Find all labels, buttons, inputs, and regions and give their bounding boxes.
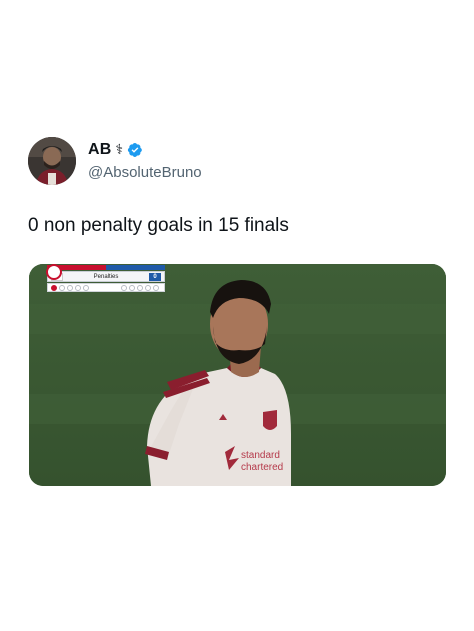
scoreboard-overlay: 0 Penalties 0 — [47, 265, 165, 293]
avatar-photo — [28, 137, 76, 185]
scoreboard-team-colors — [47, 265, 165, 270]
tweet-media[interactable]: standard chartered 0 Penalties 0 — [29, 264, 446, 486]
penalty-dot — [137, 285, 143, 291]
video-frame: standard chartered — [29, 264, 446, 486]
penalty-dot — [121, 285, 127, 291]
penalty-dot — [145, 285, 151, 291]
sponsor-line2: chartered — [241, 462, 283, 473]
author-name[interactable]: AB ⚕ — [88, 141, 143, 159]
penalty-dot — [153, 285, 159, 291]
penalty-dot — [129, 285, 135, 291]
author-name-text: AB — [88, 141, 112, 158]
away-score: 0 — [149, 273, 161, 281]
penalty-dot — [83, 285, 89, 291]
sponsor-line1: standard — [241, 450, 280, 461]
medical-symbol-icon: ⚕ — [115, 142, 124, 158]
penalty-tracker — [47, 283, 165, 292]
tweet-card: AB ⚕ @AbsoluteBruno 0 non penalty goals … — [0, 0, 474, 631]
penalty-dot — [59, 285, 65, 291]
competition-logo-icon — [46, 264, 62, 280]
penalty-dot — [67, 285, 73, 291]
penalty-dot — [75, 285, 81, 291]
scoreboard-label: Penalties — [93, 274, 119, 280]
tweet-text: 0 non penalty goals in 15 finals — [28, 215, 289, 236]
penalty-dot — [51, 285, 57, 291]
scoreboard-row: 0 Penalties 0 — [47, 271, 165, 282]
verified-badge-icon — [127, 143, 142, 157]
avatar[interactable] — [28, 137, 76, 185]
author-handle[interactable]: @AbsoluteBruno — [88, 164, 202, 181]
